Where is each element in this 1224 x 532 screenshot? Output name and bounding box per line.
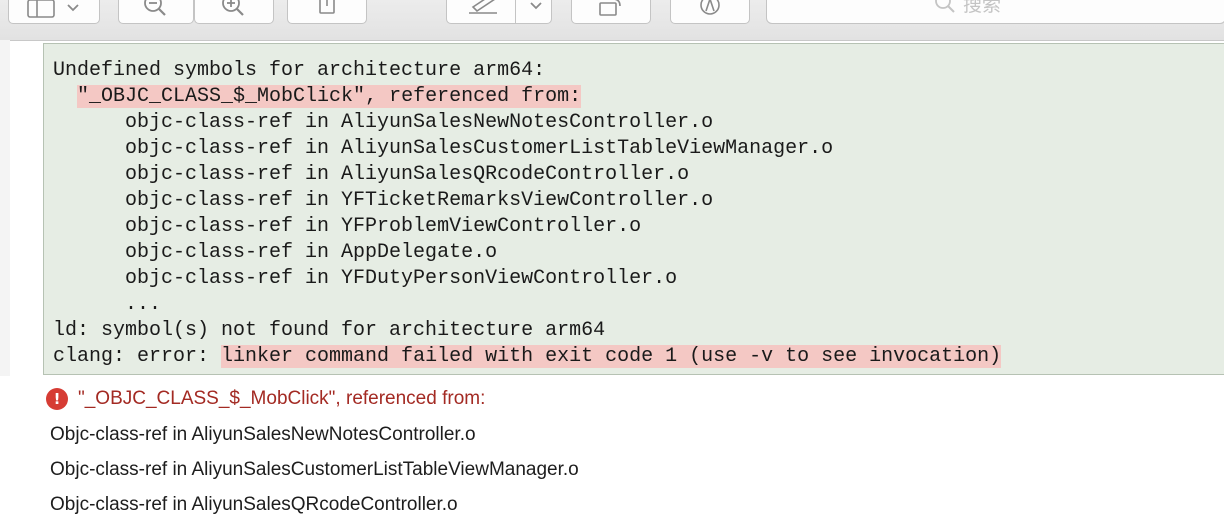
issue-panel: ! "_OBJC_CLASS_$_MobClick", referenced f… (0, 376, 1224, 532)
rotate-button[interactable] (571, 0, 651, 24)
error-prefix: clang: error: (53, 345, 222, 368)
build-log-console: Undefined symbols for architecture arm64… (43, 43, 1224, 375)
undefined-symbol-highlight: "_OBJC_CLASS_$_MobClick", referenced fro… (77, 85, 582, 108)
linker-error-highlight: linker command failed with exit code 1 (… (221, 345, 1002, 368)
log-line: ld: symbol(s) not found for architecture… (53, 319, 606, 342)
zoom-in-button[interactable] (194, 0, 274, 24)
share-icon (319, 0, 335, 14)
markup-button[interactable] (446, 0, 552, 24)
log-line: objc-class-ref in YFTicketRemarksViewCon… (53, 189, 714, 212)
pen-icon (469, 0, 542, 14)
issue-title: "_OBJC_CLASS_$_MobClick", referenced fro… (78, 388, 486, 409)
log-line: objc-class-ref in AliyunSalesCustomerLis… (53, 137, 834, 160)
issue-detail-item[interactable]: Objc-class-ref in AliyunSalesCustomerLis… (50, 459, 579, 481)
log-line-symbol: "_OBJC_CLASS_$_MobClick", referenced fro… (53, 84, 1001, 110)
log-line: objc-class-ref in AliyunSalesNewNotesCon… (53, 111, 714, 134)
search-placeholder: 搜索 (963, 0, 1002, 16)
search-icon (935, 0, 955, 13)
log-line: objc-class-ref in YFDutyPersonViewContro… (53, 267, 678, 290)
sidebar-icon (27, 0, 79, 18)
share-button[interactable] (287, 0, 367, 24)
issue-detail-item[interactable]: Objc-class-ref in AliyunSalesNewNotesCon… (50, 424, 476, 446)
zoom-in-icon (222, 0, 244, 16)
log-line: objc-class-ref in AppDelegate.o (53, 241, 498, 264)
log-line: ... (53, 293, 162, 316)
sidebar-toggle-button[interactable] (8, 0, 100, 24)
zoom-out-button[interactable] (118, 0, 194, 24)
build-log-text: Undefined symbols for architecture arm64… (53, 58, 1002, 370)
rotate-icon (599, 0, 621, 16)
annotate-icon (700, 0, 720, 15)
divider (515, 0, 516, 24)
symbol-indent (53, 85, 77, 108)
issue-row[interactable]: ! "_OBJC_CLASS_$_MobClick", referenced f… (46, 387, 485, 411)
log-line-error: clang: error: linker command failed with… (53, 344, 1002, 370)
error-icon: ! (46, 388, 68, 410)
toolbar: 搜索 (0, 0, 1224, 41)
search-field[interactable]: 搜索 (766, 0, 1224, 24)
log-line: objc-class-ref in AliyunSalesQRcodeContr… (53, 163, 690, 186)
issue-detail-item[interactable]: Objc-class-ref in AliyunSalesQRcodeContr… (50, 494, 458, 516)
log-line: Undefined symbols for architecture arm64… (53, 59, 546, 82)
annotate-button[interactable] (670, 0, 750, 24)
zoom-out-icon (144, 0, 166, 16)
log-line: objc-class-ref in YFProblemViewControlle… (53, 215, 642, 238)
